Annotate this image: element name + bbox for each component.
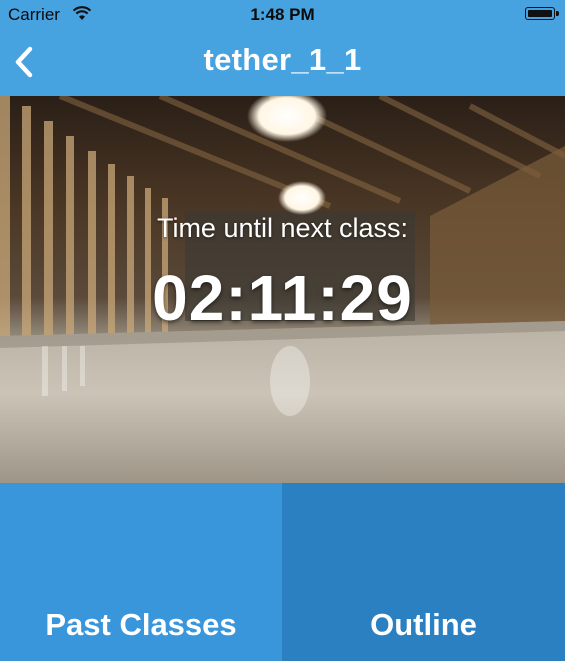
background-photo: Time until next class: 02:11:29 — [0, 96, 565, 483]
outline-label: Outline — [370, 607, 477, 642]
past-classes-label: Past Classes — [45, 607, 237, 642]
status-time: 1:48 PM — [250, 5, 315, 24]
past-classes-button[interactable]: Past Classes — [0, 483, 282, 661]
page-title: tether_1_1 — [203, 42, 362, 77]
battery-icon — [525, 7, 559, 20]
outline-button[interactable]: Outline — [282, 483, 565, 661]
countdown-label: Time until next class: — [156, 213, 409, 243]
status-bar: Carrier 1:48 PM — [0, 0, 565, 30]
header: Carrier 1:48 PM tether_1_1 — [0, 0, 565, 96]
countdown-timer: 02:11:29 — [152, 262, 413, 334]
navigation-bar: tether_1_1 — [0, 30, 565, 96]
